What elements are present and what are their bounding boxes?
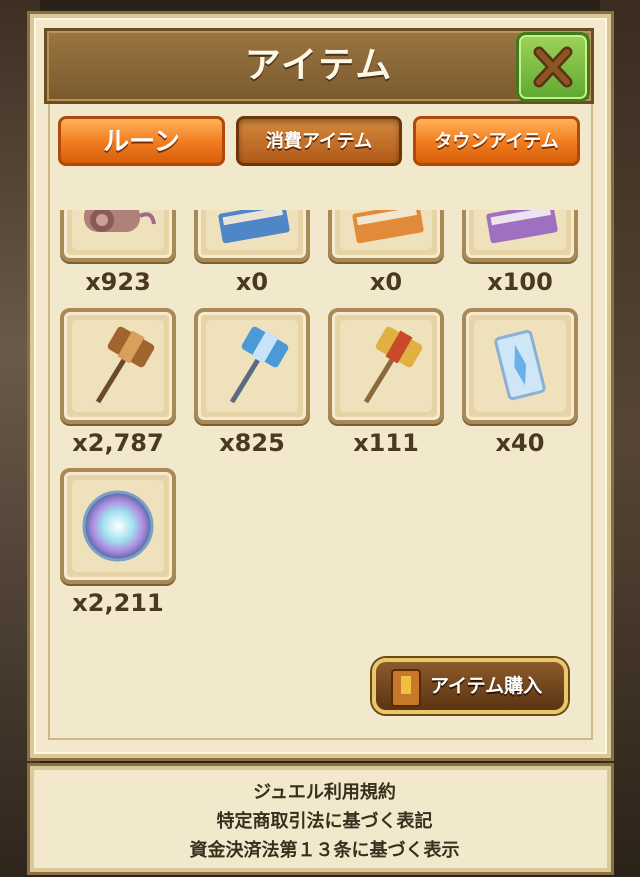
item-count: x0 [235,268,269,296]
legal-links-panel: ジュエル利用規約 特定商取引法に基づく表記 資金決済法第１３条に基づく表示 [30,766,611,872]
buy-items-button[interactable]: アイテム購入 [372,658,568,714]
item-count: x40 [495,429,545,457]
scroll-icon [84,210,156,232]
blue-book-icon [218,210,290,244]
item-slot-scroll[interactable] [60,210,176,262]
item-slot-blue-hammer[interactable] [194,308,310,424]
page-title: アイテム [244,45,394,86]
gold-hammer-icon [363,326,423,404]
item-slot-purple-book[interactable] [462,210,578,262]
close-button[interactable] [516,32,590,102]
payment-law-link[interactable]: 資金決済法第１３条に基づく表示 [34,836,615,862]
blue-hammer-icon [229,326,289,404]
item-slot-orange-book[interactable] [328,210,444,262]
item-count: x825 [219,429,285,457]
item-slot-bronze-hammer[interactable] [60,308,176,424]
item-slot-crystal-ticket[interactable] [462,308,578,424]
orange-book-icon [352,210,424,244]
crystal-ticket-icon [494,329,546,401]
jewel-terms-link[interactable]: ジュエル利用規約 [34,778,615,804]
item-grid[interactable]: x923 x0 x0 x100 x2,787 x825 x111 x40 x2,… [46,210,594,650]
bronze-hammer-icon [95,326,155,404]
item-count: x0 [369,268,403,296]
item-count: x2,787 [72,429,164,457]
tab-rune[interactable]: ルーン [58,116,225,166]
rainbow-orb-icon [82,490,154,562]
purple-book-icon [486,210,558,244]
tab-town-items[interactable]: タウンアイテム [413,116,580,166]
item-count: x111 [353,429,419,457]
item-slot-gold-hammer[interactable] [328,308,444,424]
item-count: x923 [85,268,151,296]
item-slot-rainbow-orb[interactable] [60,468,176,584]
commercial-law-link[interactable]: 特定商取引法に基づく表記 [34,807,615,833]
item-count: x100 [487,268,553,296]
buy-items-label: アイテム購入 [430,675,543,697]
close-icon [533,46,573,88]
item-slot-blue-book[interactable] [194,210,310,262]
tab-consumable-items[interactable]: 消費アイテム [236,116,402,166]
item-count: x2,211 [72,589,164,617]
book-icon [391,669,421,707]
